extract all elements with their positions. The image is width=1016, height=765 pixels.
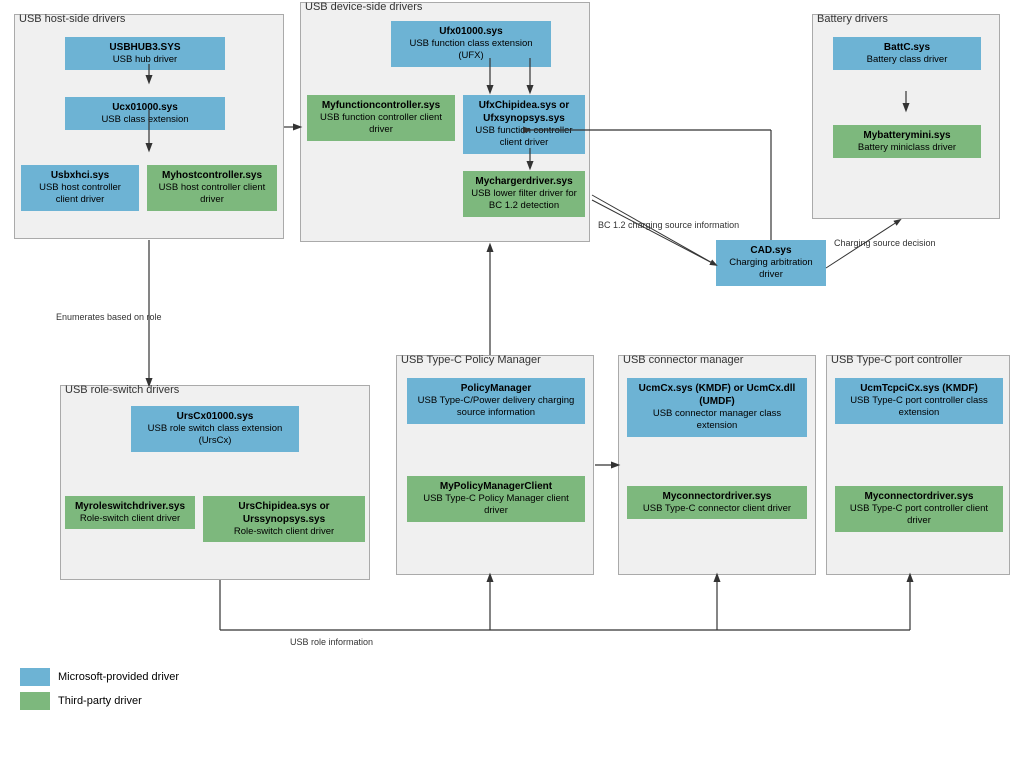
group-policy-manager-title: USB Type-C Policy Manager <box>401 354 541 366</box>
legend-third-party: Third-party driver <box>20 692 179 710</box>
myhostcontroller-title: Myhostcontroller.sys <box>153 169 271 182</box>
legend-microsoft-label: Microsoft-provided driver <box>58 671 179 683</box>
ucmtcpci-box: UcmTcpciCx.sys (KMDF) USB Type-C port co… <box>835 378 1003 424</box>
mybatterymini-title: Mybatterymini.sys <box>839 129 975 142</box>
group-host-side: USB host-side drivers USBHUB3.SYS USB hu… <box>14 14 284 239</box>
cad-title: CAD.sys <box>722 244 820 257</box>
ucx01000-title: Ucx01000.sys <box>71 101 219 114</box>
ucmcx-box: UcmCx.sys (KMDF) or UcmCx.dll (UMDF) USB… <box>627 378 807 437</box>
policymanager-subtitle: USB Type-C/Power delivery charging sourc… <box>413 395 579 420</box>
group-role-switch: USB role-switch drivers UrsCx01000.sys U… <box>60 385 370 580</box>
diagram-container: USB host-side drivers USBHUB3.SYS USB hu… <box>0 0 1016 720</box>
mypolicymanagerclient-box: MyPolicyManagerClient USB Type-C Policy … <box>407 476 585 522</box>
ufx01000-title: Ufx01000.sys <box>397 25 545 38</box>
urscx01000-box: UrsCx01000.sys USB role switch class ext… <box>131 406 299 452</box>
myfunctioncontroller-title: Myfunctioncontroller.sys <box>313 99 449 112</box>
mybatterymini-box: Mybatterymini.sys Battery miniclass driv… <box>833 125 981 158</box>
legend-third-party-label: Third-party driver <box>58 695 142 707</box>
usb-role-info-label: USB role information <box>290 637 373 647</box>
cad-subtitle: Charging arbitration driver <box>722 257 820 282</box>
myconnectordriver-pc-subtitle: USB Type-C port controller client driver <box>841 503 997 528</box>
cad-box: CAD.sys Charging arbitration driver <box>716 240 826 286</box>
mychargerdriver-title: Mychargerdriver.sys <box>469 175 579 188</box>
ucx01000-subtitle: USB class extension <box>71 114 219 126</box>
ufx01000-box: Ufx01000.sys USB function class extensio… <box>391 21 551 67</box>
policymanager-title: PolicyManager <box>413 382 579 395</box>
myfunctioncontroller-box: Myfunctioncontroller.sys USB function co… <box>307 95 455 141</box>
bc12-label: BC 1.2 charging source information <box>598 220 739 230</box>
battc-subtitle: Battery class driver <box>839 54 975 66</box>
group-role-switch-title: USB role-switch drivers <box>65 384 179 396</box>
myconnectordriver-pc-title: Myconnectordriver.sys <box>841 490 997 503</box>
enumerates-label: Enumerates based on role <box>56 312 162 322</box>
myhostcontroller-subtitle: USB host controller client driver <box>153 182 271 207</box>
usbhub3-subtitle: USB hub driver <box>71 54 219 66</box>
usbxhci-box: Usbxhci.sys USB host controller client d… <box>21 165 139 211</box>
group-connector-manager: USB connector manager UcmCx.sys (KMDF) o… <box>618 355 816 575</box>
group-device-side-title: USB device-side drivers <box>305 1 422 13</box>
urscx01000-title: UrsCx01000.sys <box>137 410 293 423</box>
group-battery: Battery drivers BattC.sys Battery class … <box>812 14 1000 219</box>
ucx01000-box: Ucx01000.sys USB class extension <box>65 97 225 130</box>
policymanager-box: PolicyManager USB Type-C/Power delivery … <box>407 378 585 424</box>
mychargerdriver-subtitle: USB lower filter driver for BC 1.2 detec… <box>469 188 579 213</box>
urschipidea-box: UrsChipidea.sys or Urssynopsys.sys Role-… <box>203 496 365 542</box>
ucmcx-title: UcmCx.sys (KMDF) or UcmCx.dll (UMDF) <box>633 382 801 408</box>
ufxchipidea-title: UfxChipidea.sys or Ufxsynopsys.sys <box>469 99 579 125</box>
urschipidea-title: UrsChipidea.sys or Urssynopsys.sys <box>209 500 359 526</box>
battc-title: BattC.sys <box>839 41 975 54</box>
legend-microsoft-box <box>20 668 50 686</box>
ufxchipidea-box: UfxChipidea.sys or Ufxsynopsys.sys USB f… <box>463 95 585 154</box>
group-policy-manager: USB Type-C Policy Manager PolicyManager … <box>396 355 594 575</box>
ufxchipidea-subtitle: USB function controller client driver <box>469 125 579 150</box>
charging-decision-label: Charging source decision <box>834 238 936 248</box>
myconnectordriver-cm-subtitle: USB Type-C connector client driver <box>633 503 801 515</box>
ucmtcpci-subtitle: USB Type-C port controller class extensi… <box>841 395 997 420</box>
legend-microsoft: Microsoft-provided driver <box>20 668 179 686</box>
group-connector-manager-title: USB connector manager <box>623 354 743 366</box>
mychargerdriver-box: Mychargerdriver.sys USB lower filter dri… <box>463 171 585 217</box>
ufx01000-subtitle: USB function class extension (UFX) <box>397 38 545 63</box>
group-port-controller-title: USB Type-C port controller <box>831 354 962 366</box>
mybatterymini-subtitle: Battery miniclass driver <box>839 142 975 154</box>
mypolicymanagerclient-title: MyPolicyManagerClient <box>413 480 579 493</box>
usbhub3-box: USBHUB3.SYS USB hub driver <box>65 37 225 70</box>
usbhub3-title: USBHUB3.SYS <box>71 41 219 54</box>
myconnectordriver-cm-box: Myconnectordriver.sys USB Type-C connect… <box>627 486 807 519</box>
ucmcx-subtitle: USB connector manager class extension <box>633 408 801 433</box>
usbxhci-subtitle: USB host controller client driver <box>27 182 133 207</box>
group-device-side: USB device-side drivers Ufx01000.sys USB… <box>300 2 590 242</box>
myconnectordriver-cm-title: Myconnectordriver.sys <box>633 490 801 503</box>
myroleswitchdriver-box: Myroleswitchdriver.sys Role-switch clien… <box>65 496 195 529</box>
myfunctioncontroller-subtitle: USB function controller client driver <box>313 112 449 137</box>
legend-third-party-box <box>20 692 50 710</box>
group-port-controller: USB Type-C port controller UcmTcpciCx.sy… <box>826 355 1010 575</box>
myhostcontroller-box: Myhostcontroller.sys USB host controller… <box>147 165 277 211</box>
urschipidea-subtitle: Role-switch client driver <box>209 526 359 538</box>
myroleswitchdriver-subtitle: Role-switch client driver <box>71 513 189 525</box>
group-host-side-title: USB host-side drivers <box>19 13 125 25</box>
battc-box: BattC.sys Battery class driver <box>833 37 981 70</box>
myroleswitchdriver-title: Myroleswitchdriver.sys <box>71 500 189 513</box>
legend: Microsoft-provided driver Third-party dr… <box>20 668 179 710</box>
group-battery-title: Battery drivers <box>817 13 888 25</box>
mypolicymanagerclient-subtitle: USB Type-C Policy Manager client driver <box>413 493 579 518</box>
usbxhci-title: Usbxhci.sys <box>27 169 133 182</box>
ucmtcpci-title: UcmTcpciCx.sys (KMDF) <box>841 382 997 395</box>
urscx01000-subtitle: USB role switch class extension (UrsCx) <box>137 423 293 448</box>
myconnectordriver-pc-box: Myconnectordriver.sys USB Type-C port co… <box>835 486 1003 532</box>
